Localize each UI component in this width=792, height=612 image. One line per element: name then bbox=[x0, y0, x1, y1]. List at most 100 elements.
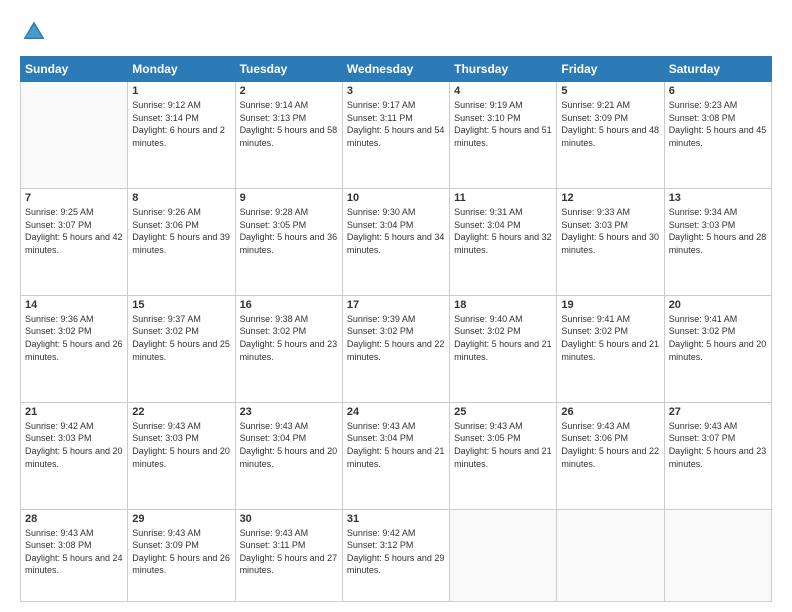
cell-info: Sunrise: 9:36 AMSunset: 3:02 PMDaylight:… bbox=[25, 313, 123, 363]
cell-info: Sunrise: 9:41 AMSunset: 3:02 PMDaylight:… bbox=[669, 313, 767, 363]
calendar-cell: 8 Sunrise: 9:26 AMSunset: 3:06 PMDaylight… bbox=[128, 188, 235, 295]
calendar-cell: 22 Sunrise: 9:43 AMSunset: 3:03 PMDayligh… bbox=[128, 402, 235, 509]
calendar-cell bbox=[557, 509, 664, 601]
calendar-week-row: 14 Sunrise: 9:36 AMSunset: 3:02 PMDayligh… bbox=[21, 295, 772, 402]
cell-info: Sunrise: 9:43 AMSunset: 3:11 PMDaylight:… bbox=[240, 527, 338, 577]
day-number: 7 bbox=[25, 192, 123, 204]
calendar-cell: 19 Sunrise: 9:41 AMSunset: 3:02 PMDayligh… bbox=[557, 295, 664, 402]
calendar-cell: 20 Sunrise: 9:41 AMSunset: 3:02 PMDayligh… bbox=[664, 295, 771, 402]
calendar-cell: 21 Sunrise: 9:42 AMSunset: 3:03 PMDayligh… bbox=[21, 402, 128, 509]
calendar-cell: 24Sunrise: 9:43 AMSunset: 3:04 PMDayligh… bbox=[342, 402, 449, 509]
calendar-week-row: 7Sunrise: 9:25 AMSunset: 3:07 PMDaylight… bbox=[21, 188, 772, 295]
day-number: 21 bbox=[25, 406, 123, 418]
calendar-cell: 5Sunrise: 9:21 AMSunset: 3:09 PMDaylight… bbox=[557, 82, 664, 189]
day-number: 19 bbox=[561, 299, 659, 311]
day-number: 4 bbox=[454, 85, 552, 97]
cell-info: Sunrise: 9:19 AMSunset: 3:10 PMDaylight:… bbox=[454, 99, 552, 149]
calendar-cell: 29 Sunrise: 9:43 AMSunset: 3:09 PMDayligh… bbox=[128, 509, 235, 601]
logo-icon bbox=[20, 18, 48, 46]
day-number: 14 bbox=[25, 299, 123, 311]
calendar-cell: 18 Sunrise: 9:40 AMSunset: 3:02 PMDayligh… bbox=[450, 295, 557, 402]
header-day: Friday bbox=[557, 57, 664, 82]
day-number: 13 bbox=[669, 192, 767, 204]
calendar-cell: 2 Sunrise: 9:14 AMSunset: 3:13 PMDaylight… bbox=[235, 82, 342, 189]
calendar-cell: 11Sunrise: 9:31 AMSunset: 3:04 PMDayligh… bbox=[450, 188, 557, 295]
calendar-cell: 15 Sunrise: 9:37 AMSunset: 3:02 PMDayligh… bbox=[128, 295, 235, 402]
cell-info: Sunrise: 9:34 AMSunset: 3:03 PMDaylight:… bbox=[669, 206, 767, 256]
cell-info: Sunrise: 9:43 AMSunset: 3:04 PMDaylight:… bbox=[240, 420, 338, 470]
cell-info: Sunrise: 9:43 AMSunset: 3:09 PMDaylight:… bbox=[132, 527, 230, 577]
cell-info: Sunrise: 9:17 AMSunset: 3:11 PMDaylight:… bbox=[347, 99, 445, 149]
calendar-cell: 12 Sunrise: 9:33 AMSunset: 3:03 PMDayligh… bbox=[557, 188, 664, 295]
cell-info: Sunrise: 9:12 AMSunset: 3:14 PMDaylight:… bbox=[132, 99, 230, 149]
day-number: 23 bbox=[240, 406, 338, 418]
calendar-cell: 27Sunrise: 9:43 AMSunset: 3:07 PMDayligh… bbox=[664, 402, 771, 509]
calendar-table: SundayMondayTuesdayWednesdayThursdayFrid… bbox=[20, 56, 772, 602]
calendar-cell: 25 Sunrise: 9:43 AMSunset: 3:05 PMDayligh… bbox=[450, 402, 557, 509]
calendar-body: 1 Sunrise: 9:12 AMSunset: 3:14 PMDaylight… bbox=[21, 82, 772, 602]
calendar-cell: 10Sunrise: 9:30 AMSunset: 3:04 PMDayligh… bbox=[342, 188, 449, 295]
day-number: 24 bbox=[347, 406, 445, 418]
header-day: Sunday bbox=[21, 57, 128, 82]
calendar-cell: 26 Sunrise: 9:43 AMSunset: 3:06 PMDayligh… bbox=[557, 402, 664, 509]
calendar-cell: 13 Sunrise: 9:34 AMSunset: 3:03 PMDayligh… bbox=[664, 188, 771, 295]
calendar-cell: 6Sunrise: 9:23 AMSunset: 3:08 PMDaylight… bbox=[664, 82, 771, 189]
day-number: 9 bbox=[240, 192, 338, 204]
day-number: 17 bbox=[347, 299, 445, 311]
day-number: 20 bbox=[669, 299, 767, 311]
calendar-week-row: 28Sunrise: 9:43 AMSunset: 3:08 PMDayligh… bbox=[21, 509, 772, 601]
calendar-cell: 9 Sunrise: 9:28 AMSunset: 3:05 PMDaylight… bbox=[235, 188, 342, 295]
calendar-cell: 31 Sunrise: 9:42 AMSunset: 3:12 PMDayligh… bbox=[342, 509, 449, 601]
cell-info: Sunrise: 9:40 AMSunset: 3:02 PMDaylight:… bbox=[454, 313, 552, 363]
cell-info: Sunrise: 9:38 AMSunset: 3:02 PMDaylight:… bbox=[240, 313, 338, 363]
day-number: 15 bbox=[132, 299, 230, 311]
day-number: 1 bbox=[132, 85, 230, 97]
cell-info: Sunrise: 9:37 AMSunset: 3:02 PMDaylight:… bbox=[132, 313, 230, 363]
header-day: Wednesday bbox=[342, 57, 449, 82]
day-number: 18 bbox=[454, 299, 552, 311]
calendar-cell: 3Sunrise: 9:17 AMSunset: 3:11 PMDaylight… bbox=[342, 82, 449, 189]
calendar-cell: 7Sunrise: 9:25 AMSunset: 3:07 PMDaylight… bbox=[21, 188, 128, 295]
calendar-cell: 16 Sunrise: 9:38 AMSunset: 3:02 PMDayligh… bbox=[235, 295, 342, 402]
cell-info: Sunrise: 9:26 AMSunset: 3:06 PMDaylight:… bbox=[132, 206, 230, 256]
cell-info: Sunrise: 9:28 AMSunset: 3:05 PMDaylight:… bbox=[240, 206, 338, 256]
day-number: 27 bbox=[669, 406, 767, 418]
calendar-cell: 17 Sunrise: 9:39 AMSunset: 3:02 PMDayligh… bbox=[342, 295, 449, 402]
day-number: 28 bbox=[25, 513, 123, 525]
day-number: 11 bbox=[454, 192, 552, 204]
cell-info: Sunrise: 9:23 AMSunset: 3:08 PMDaylight:… bbox=[669, 99, 767, 149]
header-day: Tuesday bbox=[235, 57, 342, 82]
cell-info: Sunrise: 9:43 AMSunset: 3:06 PMDaylight:… bbox=[561, 420, 659, 470]
header-day: Saturday bbox=[664, 57, 771, 82]
day-number: 2 bbox=[240, 85, 338, 97]
cell-info: Sunrise: 9:21 AMSunset: 3:09 PMDaylight:… bbox=[561, 99, 659, 149]
cell-info: Sunrise: 9:41 AMSunset: 3:02 PMDaylight:… bbox=[561, 313, 659, 363]
cell-info: Sunrise: 9:43 AMSunset: 3:03 PMDaylight:… bbox=[132, 420, 230, 470]
cell-info: Sunrise: 9:33 AMSunset: 3:03 PMDaylight:… bbox=[561, 206, 659, 256]
cell-info: Sunrise: 9:14 AMSunset: 3:13 PMDaylight:… bbox=[240, 99, 338, 149]
cell-info: Sunrise: 9:42 AMSunset: 3:12 PMDaylight:… bbox=[347, 527, 445, 577]
calendar-cell bbox=[21, 82, 128, 189]
cell-info: Sunrise: 9:39 AMSunset: 3:02 PMDaylight:… bbox=[347, 313, 445, 363]
day-number: 26 bbox=[561, 406, 659, 418]
day-number: 16 bbox=[240, 299, 338, 311]
calendar-cell bbox=[450, 509, 557, 601]
header bbox=[20, 18, 772, 46]
logo bbox=[20, 18, 52, 46]
day-number: 25 bbox=[454, 406, 552, 418]
calendar-cell bbox=[664, 509, 771, 601]
day-number: 10 bbox=[347, 192, 445, 204]
calendar-cell: 28Sunrise: 9:43 AMSunset: 3:08 PMDayligh… bbox=[21, 509, 128, 601]
calendar-cell: 23 Sunrise: 9:43 AMSunset: 3:04 PMDayligh… bbox=[235, 402, 342, 509]
day-number: 29 bbox=[132, 513, 230, 525]
day-number: 8 bbox=[132, 192, 230, 204]
day-number: 12 bbox=[561, 192, 659, 204]
day-number: 31 bbox=[347, 513, 445, 525]
cell-info: Sunrise: 9:42 AMSunset: 3:03 PMDaylight:… bbox=[25, 420, 123, 470]
day-number: 30 bbox=[240, 513, 338, 525]
calendar-cell: 1 Sunrise: 9:12 AMSunset: 3:14 PMDaylight… bbox=[128, 82, 235, 189]
cell-info: Sunrise: 9:43 AMSunset: 3:05 PMDaylight:… bbox=[454, 420, 552, 470]
calendar-cell: 4 Sunrise: 9:19 AMSunset: 3:10 PMDaylight… bbox=[450, 82, 557, 189]
day-number: 22 bbox=[132, 406, 230, 418]
header-day: Monday bbox=[128, 57, 235, 82]
